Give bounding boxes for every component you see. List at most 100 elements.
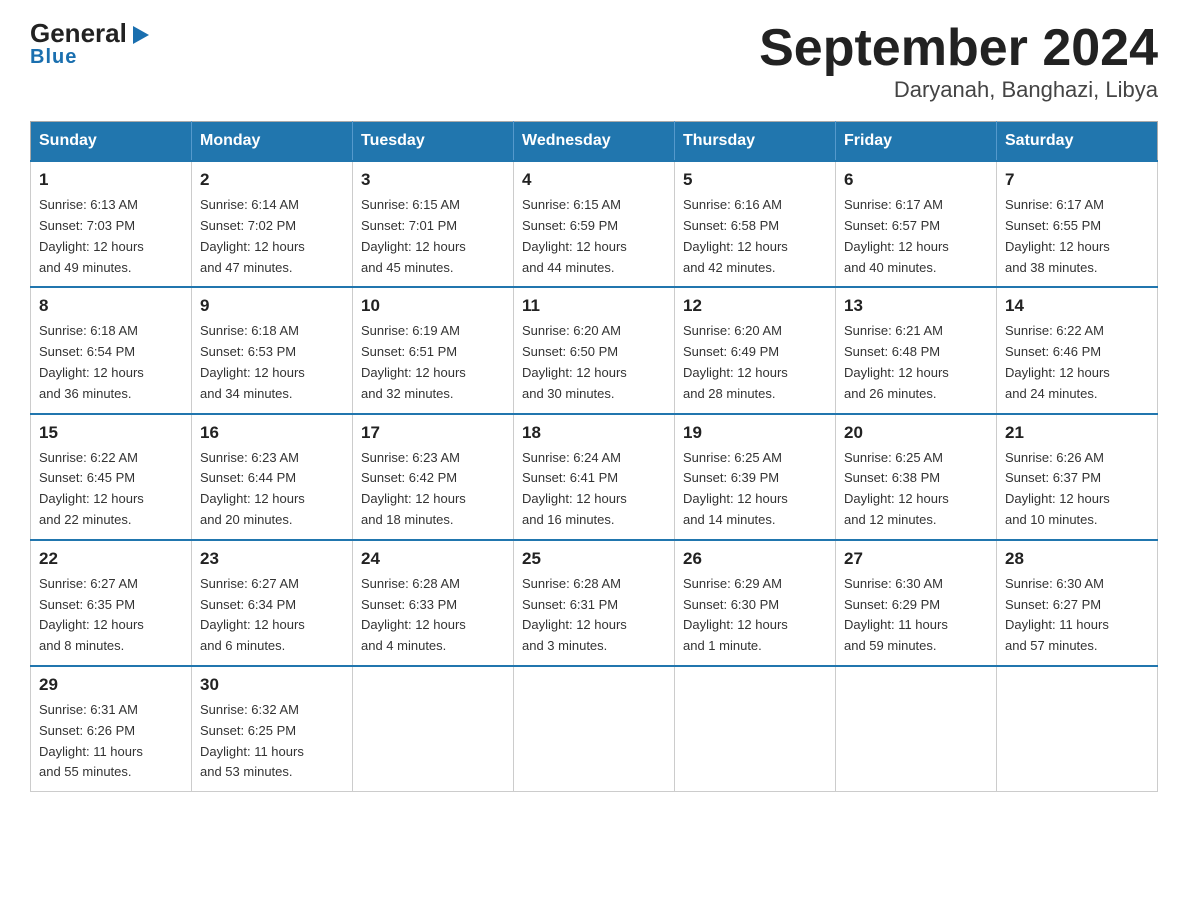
calendar-cell: 8 Sunrise: 6:18 AM Sunset: 6:54 PM Daylig… bbox=[31, 287, 192, 413]
weekday-header-saturday: Saturday bbox=[997, 122, 1158, 162]
day-number: 2 bbox=[200, 170, 344, 190]
calendar-cell: 28 Sunrise: 6:30 AM Sunset: 6:27 PM Dayli… bbox=[997, 540, 1158, 666]
calendar-cell: 17Sunrise: 6:23 AM Sunset: 6:42 PM Dayli… bbox=[353, 414, 514, 540]
day-info: Sunrise: 6:31 AM Sunset: 6:26 PM Dayligh… bbox=[39, 700, 183, 783]
calendar-week-1: 1 Sunrise: 6:13 AM Sunset: 7:03 PM Daylig… bbox=[31, 161, 1158, 287]
day-info: Sunrise: 6:19 AM Sunset: 6:51 PM Dayligh… bbox=[361, 321, 505, 404]
calendar-cell: 11 Sunrise: 6:20 AM Sunset: 6:50 PM Dayli… bbox=[514, 287, 675, 413]
day-info: Sunrise: 6:22 AM Sunset: 6:46 PM Dayligh… bbox=[1005, 321, 1149, 404]
day-info: Sunrise: 6:24 AM Sunset: 6:41 PM Dayligh… bbox=[522, 448, 666, 531]
calendar-cell: 16Sunrise: 6:23 AM Sunset: 6:44 PM Dayli… bbox=[192, 414, 353, 540]
day-info: Sunrise: 6:13 AM Sunset: 7:03 PM Dayligh… bbox=[39, 195, 183, 278]
weekday-header-monday: Monday bbox=[192, 122, 353, 162]
calendar-table: SundayMondayTuesdayWednesdayThursdayFrid… bbox=[30, 121, 1158, 792]
day-number: 6 bbox=[844, 170, 988, 190]
calendar-cell bbox=[675, 666, 836, 792]
logo-triangle-icon bbox=[129, 24, 151, 46]
day-number: 5 bbox=[683, 170, 827, 190]
day-number: 3 bbox=[361, 170, 505, 190]
calendar-cell: 27Sunrise: 6:30 AM Sunset: 6:29 PM Dayli… bbox=[836, 540, 997, 666]
day-number: 10 bbox=[361, 296, 505, 316]
calendar-cell: 7 Sunrise: 6:17 AM Sunset: 6:55 PM Daylig… bbox=[997, 161, 1158, 287]
logo-text: General bbox=[30, 20, 151, 46]
day-number: 7 bbox=[1005, 170, 1149, 190]
day-number: 27 bbox=[844, 549, 988, 569]
day-number: 28 bbox=[1005, 549, 1149, 569]
calendar-cell: 30Sunrise: 6:32 AM Sunset: 6:25 PM Dayli… bbox=[192, 666, 353, 792]
calendar-week-4: 22 Sunrise: 6:27 AM Sunset: 6:35 PM Dayli… bbox=[31, 540, 1158, 666]
calendar-subtitle: Daryanah, Banghazi, Libya bbox=[759, 77, 1158, 103]
calendar-week-2: 8 Sunrise: 6:18 AM Sunset: 6:54 PM Daylig… bbox=[31, 287, 1158, 413]
day-info: Sunrise: 6:18 AM Sunset: 6:53 PM Dayligh… bbox=[200, 321, 344, 404]
day-info: Sunrise: 6:26 AM Sunset: 6:37 PM Dayligh… bbox=[1005, 448, 1149, 531]
weekday-header-row: SundayMondayTuesdayWednesdayThursdayFrid… bbox=[31, 122, 1158, 162]
weekday-header-friday: Friday bbox=[836, 122, 997, 162]
calendar-cell: 10 Sunrise: 6:19 AM Sunset: 6:51 PM Dayli… bbox=[353, 287, 514, 413]
calendar-cell: 21 Sunrise: 6:26 AM Sunset: 6:37 PM Dayli… bbox=[997, 414, 1158, 540]
day-number: 17 bbox=[361, 423, 505, 443]
day-info: Sunrise: 6:28 AM Sunset: 6:31 PM Dayligh… bbox=[522, 574, 666, 657]
day-number: 23 bbox=[200, 549, 344, 569]
day-number: 29 bbox=[39, 675, 183, 695]
weekday-header-wednesday: Wednesday bbox=[514, 122, 675, 162]
day-info: Sunrise: 6:27 AM Sunset: 6:34 PM Dayligh… bbox=[200, 574, 344, 657]
day-number: 12 bbox=[683, 296, 827, 316]
day-info: Sunrise: 6:14 AM Sunset: 7:02 PM Dayligh… bbox=[200, 195, 344, 278]
day-number: 22 bbox=[39, 549, 183, 569]
calendar-cell: 24 Sunrise: 6:28 AM Sunset: 6:33 PM Dayli… bbox=[353, 540, 514, 666]
calendar-week-5: 29 Sunrise: 6:31 AM Sunset: 6:26 PM Dayli… bbox=[31, 666, 1158, 792]
calendar-cell: 26 Sunrise: 6:29 AM Sunset: 6:30 PM Dayli… bbox=[675, 540, 836, 666]
calendar-cell: 13Sunrise: 6:21 AM Sunset: 6:48 PM Dayli… bbox=[836, 287, 997, 413]
day-info: Sunrise: 6:29 AM Sunset: 6:30 PM Dayligh… bbox=[683, 574, 827, 657]
day-number: 16 bbox=[200, 423, 344, 443]
day-info: Sunrise: 6:27 AM Sunset: 6:35 PM Dayligh… bbox=[39, 574, 183, 657]
day-info: Sunrise: 6:17 AM Sunset: 6:55 PM Dayligh… bbox=[1005, 195, 1149, 278]
calendar-cell: 25 Sunrise: 6:28 AM Sunset: 6:31 PM Dayli… bbox=[514, 540, 675, 666]
day-number: 11 bbox=[522, 296, 666, 316]
day-number: 24 bbox=[361, 549, 505, 569]
day-info: Sunrise: 6:30 AM Sunset: 6:27 PM Dayligh… bbox=[1005, 574, 1149, 657]
day-number: 1 bbox=[39, 170, 183, 190]
calendar-cell: 9 Sunrise: 6:18 AM Sunset: 6:53 PM Daylig… bbox=[192, 287, 353, 413]
weekday-header-thursday: Thursday bbox=[675, 122, 836, 162]
day-number: 30 bbox=[200, 675, 344, 695]
title-block: September 2024 Daryanah, Banghazi, Libya bbox=[759, 20, 1158, 103]
page-header: General Blue September 2024 Daryanah, Ba… bbox=[30, 20, 1158, 103]
calendar-cell: 5 Sunrise: 6:16 AM Sunset: 6:58 PM Daylig… bbox=[675, 161, 836, 287]
calendar-cell bbox=[997, 666, 1158, 792]
day-number: 21 bbox=[1005, 423, 1149, 443]
weekday-header-sunday: Sunday bbox=[31, 122, 192, 162]
calendar-cell bbox=[836, 666, 997, 792]
calendar-cell bbox=[514, 666, 675, 792]
calendar-cell: 20Sunrise: 6:25 AM Sunset: 6:38 PM Dayli… bbox=[836, 414, 997, 540]
calendar-cell: 19Sunrise: 6:25 AM Sunset: 6:39 PM Dayli… bbox=[675, 414, 836, 540]
calendar-body: 1 Sunrise: 6:13 AM Sunset: 7:03 PM Daylig… bbox=[31, 161, 1158, 791]
day-number: 25 bbox=[522, 549, 666, 569]
day-info: Sunrise: 6:22 AM Sunset: 6:45 PM Dayligh… bbox=[39, 448, 183, 531]
day-number: 19 bbox=[683, 423, 827, 443]
logo: General Blue bbox=[30, 20, 151, 69]
calendar-cell bbox=[353, 666, 514, 792]
day-info: Sunrise: 6:28 AM Sunset: 6:33 PM Dayligh… bbox=[361, 574, 505, 657]
calendar-cell: 3Sunrise: 6:15 AM Sunset: 7:01 PM Daylig… bbox=[353, 161, 514, 287]
calendar-header: SundayMondayTuesdayWednesdayThursdayFrid… bbox=[31, 122, 1158, 162]
logo-blue: Blue bbox=[30, 46, 77, 69]
calendar-cell: 12 Sunrise: 6:20 AM Sunset: 6:49 PM Dayli… bbox=[675, 287, 836, 413]
day-info: Sunrise: 6:16 AM Sunset: 6:58 PM Dayligh… bbox=[683, 195, 827, 278]
day-info: Sunrise: 6:20 AM Sunset: 6:50 PM Dayligh… bbox=[522, 321, 666, 404]
day-number: 8 bbox=[39, 296, 183, 316]
calendar-cell: 15Sunrise: 6:22 AM Sunset: 6:45 PM Dayli… bbox=[31, 414, 192, 540]
day-info: Sunrise: 6:20 AM Sunset: 6:49 PM Dayligh… bbox=[683, 321, 827, 404]
day-info: Sunrise: 6:17 AM Sunset: 6:57 PM Dayligh… bbox=[844, 195, 988, 278]
day-info: Sunrise: 6:18 AM Sunset: 6:54 PM Dayligh… bbox=[39, 321, 183, 404]
day-number: 26 bbox=[683, 549, 827, 569]
weekday-header-tuesday: Tuesday bbox=[353, 122, 514, 162]
calendar-cell: 18Sunrise: 6:24 AM Sunset: 6:41 PM Dayli… bbox=[514, 414, 675, 540]
calendar-cell: 23 Sunrise: 6:27 AM Sunset: 6:34 PM Dayli… bbox=[192, 540, 353, 666]
day-number: 14 bbox=[1005, 296, 1149, 316]
calendar-cell: 14 Sunrise: 6:22 AM Sunset: 6:46 PM Dayli… bbox=[997, 287, 1158, 413]
calendar-cell: 4Sunrise: 6:15 AM Sunset: 6:59 PM Daylig… bbox=[514, 161, 675, 287]
day-number: 9 bbox=[200, 296, 344, 316]
logo-general: General bbox=[30, 20, 127, 46]
day-info: Sunrise: 6:21 AM Sunset: 6:48 PM Dayligh… bbox=[844, 321, 988, 404]
